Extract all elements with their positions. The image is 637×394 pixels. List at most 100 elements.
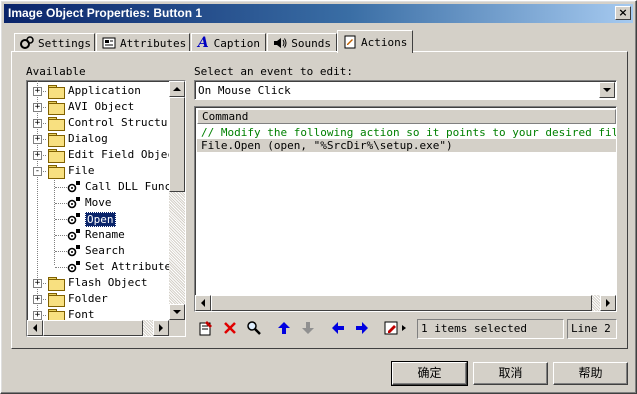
expand-icon[interactable]: + [33,295,42,304]
tab-attributes[interactable]: Attributes [96,33,190,52]
tree-action-item[interactable]: Rename [27,227,173,243]
tree-item-label: Application [68,84,141,97]
action-icon [67,197,81,209]
event-dropdown-value: On Mouse Click [198,84,291,97]
expand-icon[interactable]: + [33,279,42,288]
tab-caption[interactable]: A Caption [191,33,266,52]
tab-actions[interactable]: Actions [337,30,413,53]
close-button[interactable]: × [615,6,631,20]
window-title: Image Object Properties: Button 1 [8,6,203,20]
tree-item-label: Set Attributes [85,260,178,273]
tree-action-item[interactable]: Search [27,243,173,259]
event-label: Select an event to edit: [194,65,353,78]
scroll-left-icon[interactable] [27,320,43,336]
tab-attributes-label: Attributes [120,36,187,50]
scroll-right-icon[interactable] [600,295,616,311]
expand-icon[interactable]: + [33,311,42,320]
settings-icon [20,35,34,51]
tree-item-label: Flash Object [68,276,148,289]
ok-button[interactable]: 确定 [391,361,468,386]
horizontal-scroll-thumb[interactable] [43,320,143,336]
cancel-button[interactable]: 取消 [473,362,548,385]
scroll-right-icon[interactable] [153,320,169,336]
action-icon [67,261,81,273]
actions-icon [343,34,357,50]
action-icon [67,181,81,193]
dropdown-arrow-icon[interactable] [599,82,615,98]
event-dropdown[interactable]: On Mouse Click [194,80,617,100]
tab-caption-label: Caption [213,36,260,50]
tree-item-label: Folder [68,292,108,305]
folder-icon [48,149,65,163]
horizontal-scroll-thumb[interactable] [211,295,592,311]
tree-item-label: Open [85,212,116,227]
script-code-line[interactable]: File.Open (open, "%SrcDir%\setup.exe") [197,139,616,152]
tree-item-label: File [68,164,95,177]
tree-guide-line [55,251,67,252]
command-column-header[interactable]: Command [197,109,616,124]
tree-folder-item[interactable]: - File [27,163,173,179]
scroll-up-icon[interactable] [169,81,185,97]
sounds-icon [273,35,287,51]
tab-sounds-label: Sounds [291,36,331,50]
tree-item-label: Move [85,196,112,209]
properties-dialog: Image Object Properties: Button 1 × Sett… [0,0,637,394]
move-right-icon[interactable] [351,318,373,338]
tree-action-item[interactable]: Move [27,195,173,211]
folder-icon [48,117,65,131]
tab-settings-label: Settings [38,36,91,50]
search-icon[interactable] [243,318,265,338]
move-left-icon[interactable] [327,318,349,338]
tree-action-item[interactable]: Set Attributes [27,259,178,275]
folder-icon [48,165,65,179]
tree-folder-item[interactable]: + Application [27,83,173,99]
tree-guide-line [55,235,67,236]
action-icon [67,245,81,257]
vertical-scroll-thumb[interactable] [169,97,185,192]
available-label: Available [26,65,86,78]
folder-icon [48,101,65,115]
help-button[interactable]: 帮助 [553,362,628,385]
action-icon [67,229,81,241]
folder-icon [48,85,65,99]
tree-folder-item[interactable]: + Flash Object [27,275,173,291]
tree-item-label: Dialog [68,132,108,145]
scroll-left-icon[interactable] [195,295,211,311]
action-icon [67,213,81,225]
tree-item-label: AVI Object [68,100,135,113]
tree-folder-item[interactable]: + Dialog [27,131,173,147]
script-editor[interactable]: Command // Modify the following action s… [194,106,617,312]
move-down-icon[interactable] [297,318,319,338]
tree-guide-line [55,187,67,188]
script-comment-line[interactable]: // Modify the following action so it poi… [197,126,616,139]
attributes-icon [102,35,116,51]
caption-icon: A [197,35,209,51]
move-up-icon[interactable] [273,318,295,338]
expand-icon[interactable]: + [33,119,42,128]
tree-guide-line [55,267,67,268]
tree-action-item[interactable]: Call DLL Function [27,179,185,195]
tree-item-label: Edit Field Object [68,148,181,161]
expand-icon[interactable]: + [33,151,42,160]
tree-folder-item[interactable]: + Edit Field Object [27,147,181,163]
add-action-icon[interactable] [195,318,217,338]
scroll-down-icon[interactable] [169,304,185,320]
tree-action-item[interactable]: Open [27,211,173,227]
title-bar[interactable]: Image Object Properties: Button 1 × [4,4,633,23]
available-tree[interactable]: + Application + AVI Object + Control Structur… [26,80,186,337]
tree-item-label: Search [85,244,125,257]
tree-folder-item[interactable]: + Folder [27,291,173,307]
delete-icon[interactable] [219,318,241,338]
expand-icon[interactable]: + [33,103,42,112]
expand-icon[interactable]: + [33,135,42,144]
tab-settings[interactable]: Settings [14,33,95,52]
collapse-icon[interactable]: - [33,167,42,176]
tree-guide-line [55,203,67,204]
tree-folder-item[interactable]: + Control Structure [27,115,181,131]
folder-icon [48,277,65,291]
tree-item-label: Control Structure [68,116,181,129]
edit-icon[interactable] [381,318,411,338]
tab-sounds[interactable]: Sounds [267,33,337,52]
expand-icon[interactable]: + [33,87,42,96]
tree-folder-item[interactable]: + AVI Object [27,99,173,115]
